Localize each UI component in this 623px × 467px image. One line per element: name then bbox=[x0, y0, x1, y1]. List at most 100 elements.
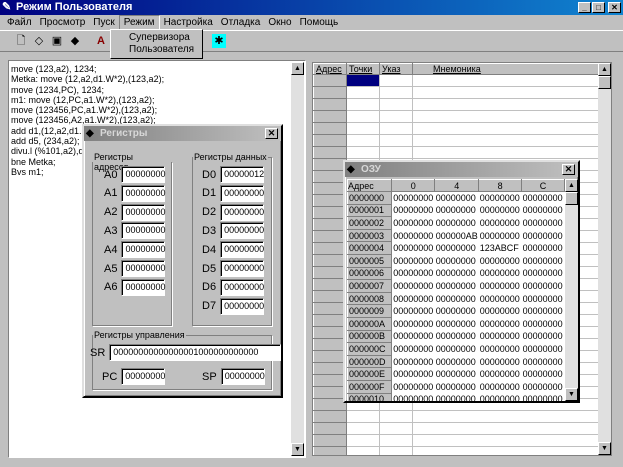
address-cell[interactable] bbox=[313, 266, 347, 279]
menu-0[interactable]: Файл bbox=[3, 15, 36, 30]
ram-cell[interactable]: 00000000 bbox=[479, 280, 522, 293]
ram-cell[interactable]: 00000000 bbox=[435, 305, 479, 318]
breakpoint-cell[interactable] bbox=[346, 146, 380, 159]
ram-cell[interactable]: 00000000 bbox=[392, 368, 435, 381]
ram-cell[interactable]: 00000000 bbox=[522, 192, 565, 205]
breakpoint-cell[interactable] bbox=[346, 122, 380, 135]
address-cell[interactable] bbox=[313, 218, 347, 231]
address-cell[interactable] bbox=[313, 242, 347, 255]
ram-cell[interactable]: 00000000 bbox=[522, 343, 565, 356]
mnemonic-cell[interactable] bbox=[412, 74, 599, 87]
ram-cell[interactable]: 00000000 bbox=[435, 393, 479, 401]
ram-row[interactable]: 0000007 00000000 00000000 00000000 00000000 bbox=[347, 279, 565, 293]
ram-address[interactable]: 000000C bbox=[347, 342, 393, 356]
address-cell[interactable] bbox=[313, 290, 347, 303]
grid-scrollbar[interactable]: ▲ ▼ bbox=[598, 63, 611, 455]
ram-cell[interactable]: 00000000 bbox=[435, 343, 479, 356]
new-file-icon[interactable]: 🗋 bbox=[14, 34, 28, 48]
scroll-down-button[interactable]: ▼ bbox=[565, 388, 578, 401]
ram-row[interactable]: 000000B 00000000 00000000 00000000 00000000 bbox=[347, 329, 565, 344]
ram-cell[interactable]: 00000000 bbox=[479, 393, 522, 401]
ram-cell[interactable]: 00000000 bbox=[392, 317, 435, 330]
breakpoint-cell[interactable] bbox=[346, 110, 380, 123]
menu-item-user[interactable]: Пользователя bbox=[129, 44, 202, 56]
ram-row[interactable]: 000000C 00000000 00000000 00000000 00000000 bbox=[347, 342, 565, 356]
ram-cell[interactable]: 000000AB bbox=[435, 229, 479, 242]
ram-row[interactable]: 000000D 00000000 00000000 00000000 00000000 bbox=[347, 354, 565, 369]
ram-cell[interactable]: 00000000 bbox=[522, 292, 565, 305]
ram-cell[interactable]: 00000000 bbox=[479, 330, 522, 343]
menu-item-supervisor[interactable]: Супервизора bbox=[129, 32, 202, 44]
address-cell[interactable] bbox=[313, 206, 347, 219]
address-cell[interactable] bbox=[313, 86, 347, 99]
ram-address[interactable]: 0000006 bbox=[347, 266, 393, 281]
ram-address[interactable]: 0000007 bbox=[347, 279, 393, 293]
ram-cell[interactable]: 00000000 bbox=[522, 242, 565, 255]
save-icon[interactable]: ▣ bbox=[50, 34, 64, 48]
editor-scrollbar[interactable]: ▲ ▼ bbox=[291, 62, 304, 456]
menu-1[interactable]: Просмотр bbox=[36, 15, 90, 30]
table-row[interactable] bbox=[313, 146, 599, 159]
table-row[interactable] bbox=[313, 446, 599, 455]
ram-cell[interactable]: 00000000 bbox=[522, 204, 565, 217]
address-cell[interactable] bbox=[313, 122, 347, 135]
col-pointer[interactable]: Указ bbox=[379, 63, 413, 75]
ram-address[interactable]: 000000E bbox=[347, 367, 393, 381]
address-cell[interactable] bbox=[313, 230, 347, 243]
address-cell[interactable] bbox=[313, 278, 347, 291]
ram-row[interactable]: 0000009 00000000 00000000 00000000 00000000 bbox=[347, 304, 565, 318]
ram-col-2[interactable]: 4 bbox=[434, 179, 480, 192]
menu-4[interactable]: Настройка bbox=[160, 15, 217, 30]
mnemonic-cell[interactable] bbox=[412, 446, 599, 455]
address-cell[interactable] bbox=[313, 446, 347, 455]
table-row[interactable] bbox=[313, 422, 599, 435]
ram-cell[interactable]: 00000000 bbox=[522, 355, 565, 368]
ram-address[interactable]: 0000010 bbox=[347, 392, 393, 401]
ram-col-0[interactable]: Адрес bbox=[347, 179, 393, 192]
ram-cell[interactable]: 00000000 bbox=[435, 355, 479, 368]
table-row[interactable] bbox=[313, 74, 599, 87]
erase-icon[interactable]: ◆ bbox=[68, 34, 82, 48]
ram-cell[interactable]: 00000000 bbox=[479, 317, 522, 330]
address-cell[interactable] bbox=[313, 146, 347, 159]
scroll-thumb[interactable] bbox=[598, 76, 611, 89]
ram-row[interactable]: 0000000 00000000 00000000 00000000 00000000 bbox=[347, 191, 565, 205]
table-row[interactable] bbox=[313, 134, 599, 147]
breakpoint-cell[interactable] bbox=[346, 446, 380, 455]
pointer-cell[interactable] bbox=[379, 434, 413, 447]
address-cell[interactable] bbox=[313, 98, 347, 111]
ram-cell[interactable]: 00000000 bbox=[435, 280, 479, 293]
table-row[interactable] bbox=[313, 98, 599, 111]
ram-cell[interactable]: 00000000 bbox=[392, 229, 435, 242]
register-d7-value[interactable]: 00000000 bbox=[220, 297, 264, 315]
table-row[interactable] bbox=[313, 410, 599, 423]
ram-cell[interactable]: 00000000 bbox=[392, 204, 435, 217]
ram-cell[interactable]: 00000000 bbox=[392, 217, 435, 230]
address-cell[interactable] bbox=[313, 338, 347, 351]
breakpoint-cell[interactable] bbox=[346, 422, 380, 435]
table-row[interactable] bbox=[313, 434, 599, 447]
ram-cell[interactable]: 00000000 bbox=[522, 217, 565, 230]
scroll-up-button[interactable]: ▲ bbox=[291, 62, 304, 75]
mnemonic-cell[interactable] bbox=[412, 146, 599, 159]
address-cell[interactable] bbox=[313, 74, 347, 87]
ram-cell[interactable]: 00000000 bbox=[392, 305, 435, 318]
ram-cell[interactable]: 00000000 bbox=[479, 355, 522, 368]
ram-col-3[interactable]: 8 bbox=[478, 179, 523, 192]
ram-cell[interactable]: 00000000 bbox=[392, 380, 435, 393]
address-cell[interactable] bbox=[313, 194, 347, 207]
ram-row[interactable]: 0000004 00000000 00000000 123ABCF 00000000 bbox=[347, 241, 565, 255]
ram-address[interactable]: 000000F bbox=[347, 379, 393, 394]
breakpoint-cell[interactable] bbox=[346, 410, 380, 423]
ram-grid[interactable]: Адрес 0 4 8 C 0000000 00000000 00000000 00000000… bbox=[347, 179, 565, 401]
menu-5[interactable]: Отладка bbox=[217, 15, 265, 30]
ram-address[interactable]: 0000003 bbox=[347, 228, 393, 243]
pointer-cell[interactable] bbox=[379, 86, 413, 99]
register-a3-value[interactable]: 00000000 bbox=[121, 222, 166, 240]
register-d0-value[interactable]: 00000012 bbox=[220, 166, 264, 183]
ram-row[interactable]: 000000A 00000000 00000000 00000000 00000000 bbox=[347, 316, 565, 331]
mnemonic-cell[interactable] bbox=[412, 434, 599, 447]
ram-cell[interactable]: 00000000 bbox=[522, 393, 565, 401]
ram-cell[interactable]: 00000000 bbox=[435, 192, 479, 205]
ram-cell[interactable]: 00000000 bbox=[435, 292, 479, 305]
